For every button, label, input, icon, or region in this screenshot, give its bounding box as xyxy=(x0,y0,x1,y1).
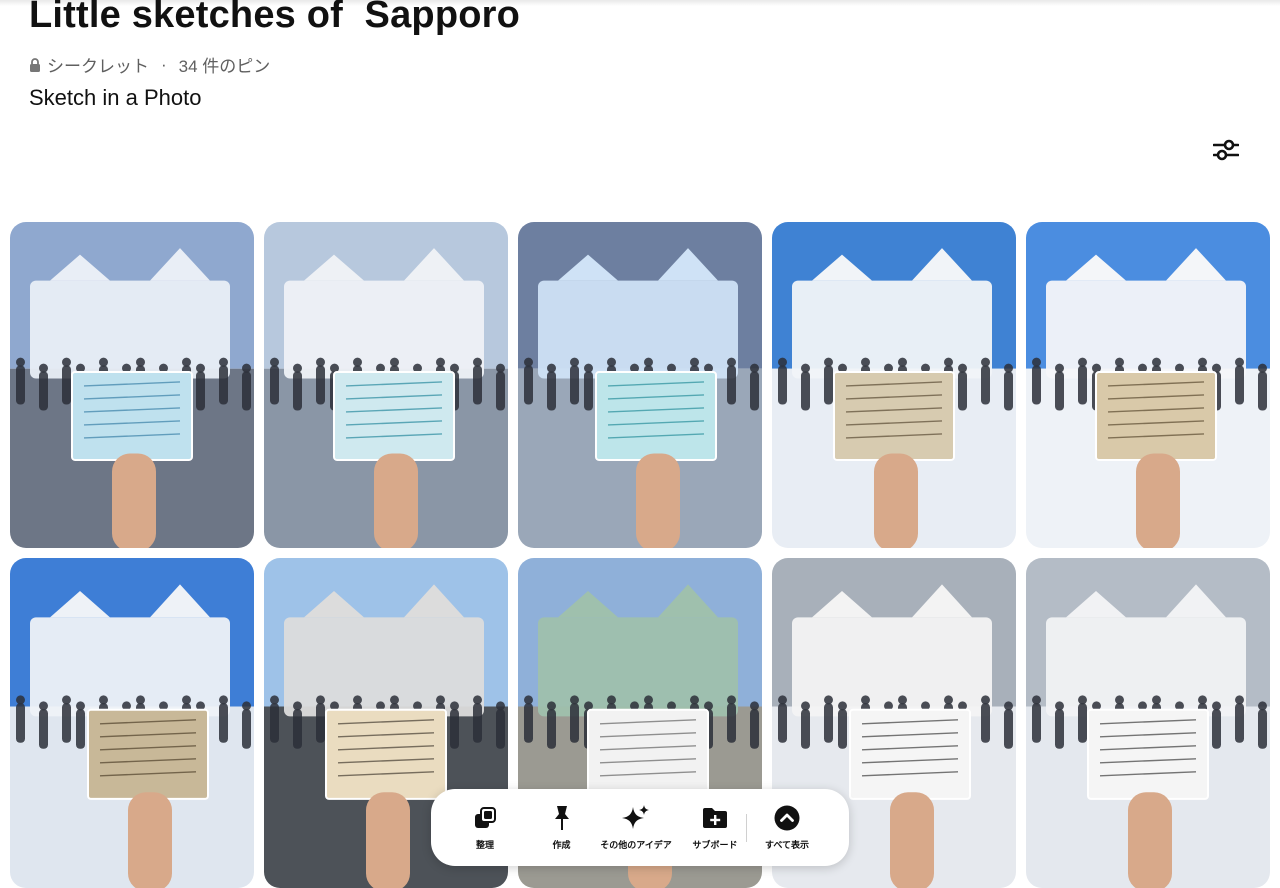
show-all-button[interactable]: すべて表示 xyxy=(751,789,823,866)
pin-card[interactable]: Sketch held in front of snow sculpture xyxy=(264,222,508,548)
meta-separator: · xyxy=(161,55,167,75)
pin-card[interactable]: Sketch held in front of snow sculpture xyxy=(10,222,254,548)
pin-card[interactable]: Sketch held in front of snow castle xyxy=(1026,222,1270,548)
pin-image: Sketch held in front of snow sculpture xyxy=(10,558,254,888)
chevron-up-circle-icon xyxy=(774,805,800,831)
create-label: 作成 xyxy=(552,838,570,851)
toolbar-divider xyxy=(746,814,747,842)
board-title: Little sketches of Sapporo xyxy=(29,0,520,37)
pin-count: 34 件のピン xyxy=(179,52,271,77)
organize-icon xyxy=(473,806,497,830)
pin-image: Sketch held in front of snow sculpture xyxy=(10,222,254,548)
sparkle-icon xyxy=(622,804,650,832)
pin-image: Sketch held in front of snow castle xyxy=(1026,222,1270,548)
board-meta: シークレット · 34 件のピン xyxy=(29,52,270,77)
organize-button[interactable]: 整理 xyxy=(431,789,539,866)
pin-card[interactable]: Sketchbook with paints in front of snow … xyxy=(1026,558,1270,888)
pin-image: Sketch held in front of snow sculpture xyxy=(264,222,508,548)
pin-image: Sketch held in front of illuminated scul… xyxy=(518,222,762,548)
pin-card[interactable]: Sketch held in front of snow sculpture xyxy=(10,558,254,888)
add-folder-icon xyxy=(702,807,728,829)
subboard-button[interactable]: サブボード xyxy=(688,789,742,866)
board-toolbar: 整理 作成 その他のアイデア サブボード xyxy=(431,789,849,866)
filter-button[interactable] xyxy=(1208,132,1244,168)
more-ideas-button[interactable]: その他のアイデア xyxy=(584,789,688,866)
pushpin-icon xyxy=(553,805,571,831)
create-button[interactable]: 作成 xyxy=(539,789,584,866)
subboard-label: サブボード xyxy=(692,838,737,851)
pin-card[interactable]: Sketch held in front of snow building xyxy=(772,222,1016,548)
organize-label: 整理 xyxy=(476,838,494,851)
pin-image: Sketchbook with paints in front of snow … xyxy=(1026,558,1270,888)
show-all-label: すべて表示 xyxy=(765,838,809,851)
pin-card[interactable]: Sketch held in front of illuminated scul… xyxy=(518,222,762,548)
pin-image: Sketch held in front of snow building xyxy=(772,222,1016,548)
sliders-icon xyxy=(1213,138,1239,162)
lock-icon xyxy=(29,58,41,72)
privacy-label: シークレット xyxy=(47,52,149,77)
more-ideas-label: その他のアイデア xyxy=(600,838,672,851)
board-description: Sketch in a Photo xyxy=(29,85,201,111)
